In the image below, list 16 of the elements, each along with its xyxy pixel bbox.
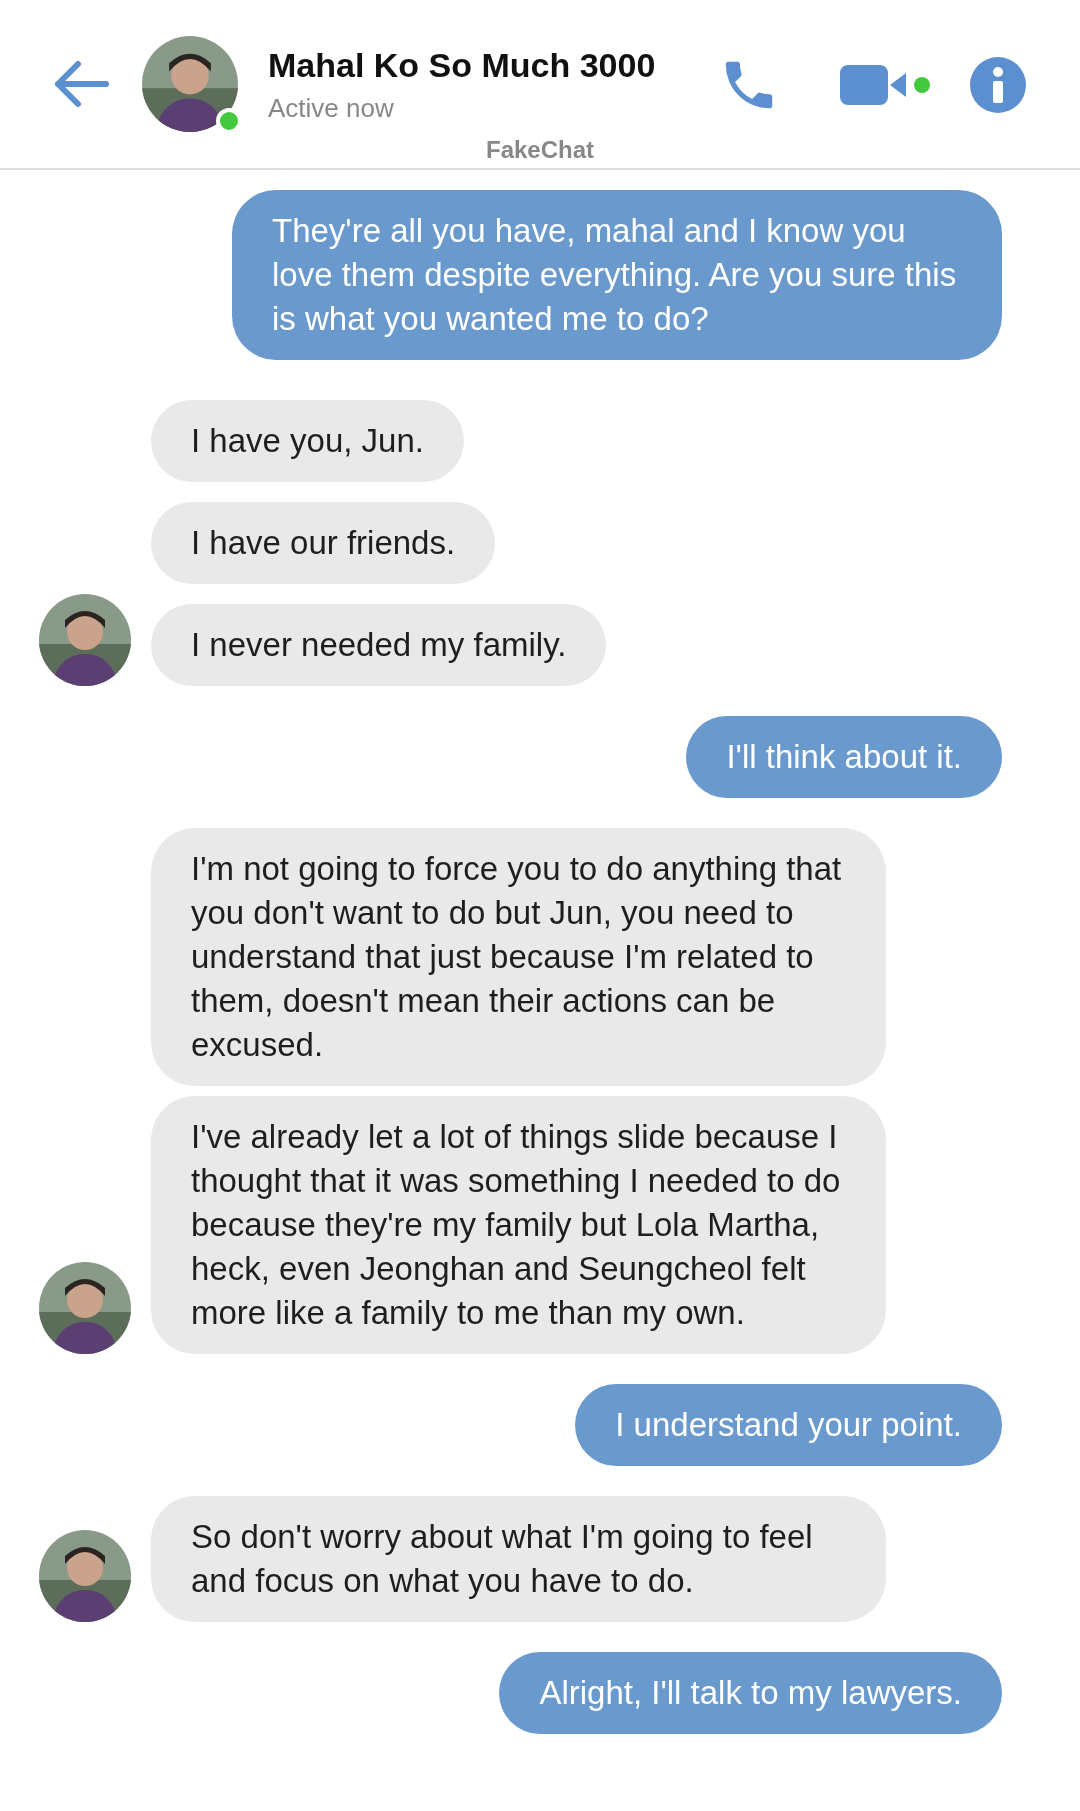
sent-message: Alright, I'll talk to my lawyers. bbox=[499, 1652, 1002, 1734]
received-message: I'm not going to force you to do anything that you don't want to do but Jun, you need to understand that just because I'm related to them, doesn't mean their actions can be excused. bbox=[151, 828, 886, 1086]
sent-message: I'll think about it. bbox=[686, 716, 1002, 798]
active-status: Active now bbox=[268, 93, 395, 124]
app-label: FakeChat bbox=[485, 136, 594, 164]
received-message: I have you, Jun. bbox=[151, 400, 464, 482]
received-message: I've already let a lot of things slide because I thought that it was something I needed to do because they're my family but Lola Martha, heck, even Jeonghan and Seungcheol felt more like a family to me than my own. bbox=[151, 1096, 886, 1354]
received-message: I never needed my family. bbox=[151, 604, 607, 686]
info-icon[interactable] bbox=[970, 57, 1026, 113]
received-message: So don't worry about what I'm going to feel and focus on what you have to do. bbox=[151, 1496, 886, 1622]
sent-message: They're all you have, mahal and I know you love them despite everything. Are you sure this is what you wanted me to do? bbox=[232, 190, 1002, 360]
video-call-icon[interactable] bbox=[840, 63, 908, 107]
back-button[interactable] bbox=[52, 60, 110, 108]
received-message: I have our friends. bbox=[151, 502, 496, 584]
contact-name: Mahal Ko So Much 3000 bbox=[268, 46, 657, 85]
sent-message: I understand your point. bbox=[575, 1384, 1002, 1466]
